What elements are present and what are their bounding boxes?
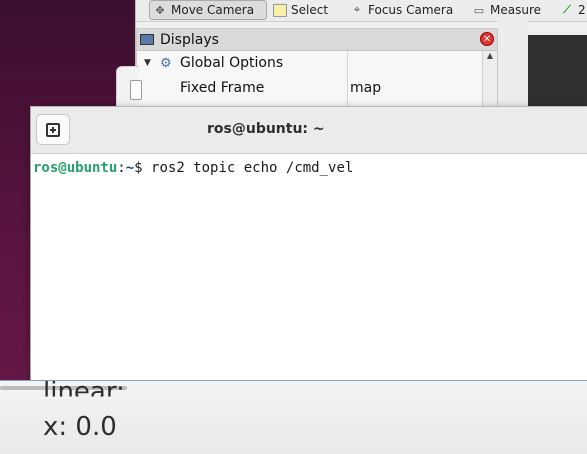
prompt-path: ~ — [125, 160, 135, 176]
tool-2d-pose[interactable]: ⟋ 2 — [557, 0, 587, 20]
tool-label: 2 — [578, 3, 586, 17]
prompt-user: ros@ubuntu — [33, 160, 118, 176]
bottom-window: linear: x: 0.0 — [0, 380, 587, 454]
rviz-toolbar: ✥ Move Camera Select ⌖ Focus Camera ▭ Me… — [136, 0, 587, 22]
move-camera-icon: ✥ — [155, 3, 165, 17]
gear-icon: ⚙ — [160, 55, 172, 71]
terminal-titlebar[interactable]: ros@ubuntu: ~ — [31, 107, 587, 154]
select-icon — [273, 3, 287, 17]
terminal-window[interactable]: ros@ubuntu: ~ ros@ubuntu:~$ ros2 topic e… — [30, 106, 587, 381]
displays-title: Displays — [160, 31, 219, 48]
rviz-sidebar-gap — [498, 21, 528, 110]
tree-label: Global Options — [180, 55, 284, 71]
column-divider — [347, 51, 348, 111]
terminal-command: ros2 topic echo /cmd_vel — [151, 160, 354, 176]
monitor-icon — [140, 34, 154, 45]
pose-estimate-icon: ⟋ — [563, 3, 571, 16]
rviz-3d-view[interactable] — [528, 35, 587, 110]
tree-label: Fixed Frame — [180, 80, 265, 96]
prompt-symbol: $ — [134, 160, 152, 176]
tool-label: Move Camera — [171, 3, 255, 17]
window-control-icon — [130, 80, 142, 100]
close-panel-icon[interactable]: ✕ — [480, 32, 494, 46]
tool-move-camera[interactable]: ✥ Move Camera — [149, 0, 267, 20]
displays-scrollbar[interactable]: ▲ — [482, 51, 497, 109]
tool-label: Select — [291, 3, 329, 17]
tool-label: Measure — [490, 3, 541, 17]
fixed-frame-value[interactable]: map — [350, 80, 381, 96]
terminal-title: ros@ubuntu: ~ — [207, 121, 325, 137]
background-window-edge — [116, 66, 142, 110]
tool-label: Focus Camera — [368, 3, 454, 17]
tool-measure[interactable]: ▭ Measure — [469, 0, 544, 20]
rviz-window: ✥ Move Camera Select ⌖ Focus Camera ▭ Me… — [135, 0, 587, 111]
prompt-separator: : — [117, 160, 126, 176]
echo-output-line: linear: — [43, 380, 125, 407]
focus-camera-icon: ⌖ — [353, 3, 361, 16]
displays-panel: Displays ✕ ▼ ⚙ Global Options Fixed Fram… — [136, 28, 498, 111]
tool-focus-camera[interactable]: ⌖ Focus Camera — [347, 0, 456, 20]
displays-header: Displays ✕ — [137, 29, 497, 51]
echo-output-value: x: 0.0 — [43, 412, 117, 442]
tree-row-fixed-frame[interactable]: Fixed Frame map — [137, 76, 482, 100]
terminal-output[interactable]: ros@ubuntu:~$ ros2 topic echo /cmd_vel — [31, 154, 587, 176]
tool-select[interactable]: Select — [270, 0, 331, 20]
measure-icon: ▭ — [473, 3, 485, 17]
expand-arrow-icon[interactable]: ▼ — [144, 58, 154, 68]
tree-row-global-options[interactable]: ▼ ⚙ Global Options — [137, 51, 482, 75]
